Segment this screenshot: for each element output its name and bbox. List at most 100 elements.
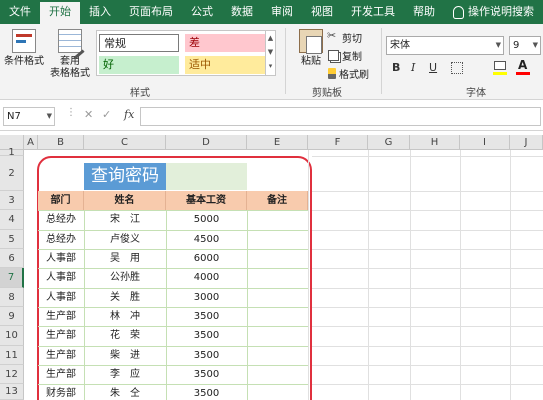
- table-cell[interactable]: 人事部: [38, 288, 84, 307]
- table-cell[interactable]: 生产部: [38, 365, 84, 384]
- table-cell[interactable]: 李 应: [84, 365, 166, 384]
- table-cell[interactable]: 公孙胜: [84, 268, 166, 287]
- style-good[interactable]: 好: [99, 56, 179, 74]
- table-row[interactable]: 生产部林 冲 3500: [38, 307, 308, 326]
- fill-color-icon[interactable]: [494, 61, 506, 70]
- row-header[interactable]: 8: [0, 288, 24, 307]
- table-cell[interactable]: 3000: [166, 288, 247, 307]
- borders-icon[interactable]: [451, 62, 463, 74]
- row-header[interactable]: 4: [0, 210, 24, 230]
- table-cell[interactable]: 4500: [166, 230, 247, 249]
- row-header[interactable]: 13: [0, 384, 24, 400]
- column-header[interactable]: B: [38, 135, 84, 150]
- styles-scroll-icon[interactable]: ▲ ▼ ▾: [265, 31, 275, 75]
- table-cell[interactable]: 花 荣: [84, 326, 166, 345]
- row-header[interactable]: 10: [0, 326, 24, 346]
- column-header[interactable]: G: [368, 135, 410, 150]
- format-painter-button[interactable]: 格式刷: [328, 66, 369, 81]
- ribbon-tab[interactable]: 帮助: [404, 0, 444, 24]
- table-row[interactable]: 人事部关 胜 3000: [38, 288, 308, 307]
- ribbon-tab[interactable]: 视图: [302, 0, 342, 24]
- table-cell[interactable]: 3500: [166, 384, 247, 400]
- table-cell[interactable]: 人事部: [38, 268, 84, 287]
- table-cell[interactable]: 朱 仝: [84, 384, 166, 400]
- cancel-icon[interactable]: ✕: [84, 108, 93, 121]
- format-as-table-button[interactable]: 套用 表格格式: [49, 29, 91, 80]
- italic-button[interactable]: I: [411, 60, 415, 76]
- row-header[interactable]: 6: [0, 249, 24, 268]
- column-header[interactable]: F: [308, 135, 368, 150]
- table-cell[interactable]: 3500: [166, 307, 247, 326]
- table-cell[interactable]: [247, 346, 308, 365]
- table-row[interactable]: 人事部 公孙胜 4000: [38, 268, 308, 288]
- row-header[interactable]: 11: [0, 346, 24, 365]
- table-cell[interactable]: [247, 249, 308, 268]
- table-cell[interactable]: 柴 进: [84, 346, 166, 365]
- table-cell[interactable]: 林 冲: [84, 307, 166, 326]
- row-header[interactable]: 7: [0, 268, 24, 288]
- column-header[interactable]: J: [510, 135, 543, 150]
- column-header[interactable]: I: [460, 135, 510, 150]
- table-row[interactable]: 总经办 卢俊义 4500: [38, 230, 308, 249]
- drag-handle-icon[interactable]: ⋮: [66, 107, 77, 118]
- table-cell[interactable]: 3500: [166, 365, 247, 384]
- table-cell[interactable]: [247, 365, 308, 384]
- style-normal[interactable]: 常规: [99, 34, 179, 52]
- table-header-cell[interactable]: 部门: [38, 191, 84, 210]
- font-size-select[interactable]: 9 ▼: [509, 36, 541, 55]
- table-row[interactable]: 生产部柴 进 3500: [38, 346, 308, 365]
- table-header-cell[interactable]: 备注: [247, 191, 308, 210]
- table-cell[interactable]: [247, 288, 308, 307]
- column-header[interactable]: A: [24, 135, 38, 150]
- table-cell[interactable]: 总经办: [38, 210, 84, 229]
- ribbon-tab[interactable]: 开始: [40, 2, 80, 24]
- table-cell[interactable]: 吴 用: [84, 249, 166, 268]
- column-header[interactable]: H: [410, 135, 460, 150]
- column-header[interactable]: C: [84, 135, 166, 150]
- cut-button[interactable]: 剪切: [327, 29, 362, 45]
- ribbon-tab[interactable]: 开发工具: [342, 0, 404, 24]
- ribbon-tab[interactable]: 页面布局: [120, 0, 182, 24]
- table-cell[interactable]: 财务部: [38, 384, 84, 400]
- row-header[interactable]: 12: [0, 365, 24, 384]
- table-cell[interactable]: 生产部: [38, 326, 84, 345]
- table-cell[interactable]: 5000: [166, 210, 247, 229]
- font-name-select[interactable]: 宋体 ▼: [386, 36, 504, 55]
- table-cell[interactable]: 人事部: [38, 249, 84, 268]
- insert-function-button[interactable]: fx: [124, 108, 134, 121]
- row-header[interactable]: 3: [0, 191, 24, 210]
- table-cell[interactable]: 生产部: [38, 346, 84, 365]
- row-header[interactable]: 9: [0, 307, 24, 326]
- table-cell[interactable]: 总经办: [38, 230, 84, 249]
- table-cell[interactable]: 卢俊义: [84, 230, 166, 249]
- tell-me-search[interactable]: 操作说明搜索: [444, 0, 543, 24]
- worksheet-grid[interactable]: 查询密码 A B C D E F G H I J 1 2 3 4 5 6 7 8 9 10 11 12 13 部门 姓名 基本工资…: [0, 135, 543, 400]
- table-row[interactable]: 人事部吴 用 6000: [38, 249, 308, 268]
- table-row[interactable]: 生产部花 荣 3500: [38, 326, 308, 346]
- table-cell[interactable]: [247, 307, 308, 326]
- table-cell[interactable]: 6000: [166, 249, 247, 268]
- table-cell[interactable]: 宋 江: [84, 210, 166, 229]
- style-bad[interactable]: 差: [185, 34, 265, 52]
- ribbon-tab[interactable]: 插入: [80, 0, 120, 24]
- formula-input[interactable]: [140, 107, 541, 126]
- table-cell[interactable]: 关 胜: [84, 288, 166, 307]
- table-cell[interactable]: 3500: [166, 346, 247, 365]
- table-cell[interactable]: 生产部: [38, 307, 84, 326]
- bold-button[interactable]: B: [392, 60, 400, 76]
- paste-button[interactable]: 粘贴: [290, 29, 332, 68]
- copy-button[interactable]: 复制: [328, 48, 362, 63]
- column-header[interactable]: D: [166, 135, 247, 150]
- table-cell[interactable]: [247, 210, 308, 229]
- table-cell[interactable]: [247, 230, 308, 249]
- enter-icon[interactable]: ✓: [102, 108, 111, 121]
- conditional-format-button[interactable]: 条件格式: [3, 29, 45, 68]
- name-box[interactable]: N7 ▼: [3, 107, 55, 126]
- table-cell[interactable]: 4000: [166, 268, 247, 287]
- table-cell[interactable]: [247, 326, 308, 345]
- style-neutral[interactable]: 适中: [185, 56, 265, 74]
- table-row[interactable]: 总经办宋 江 5000: [38, 210, 308, 230]
- ribbon-tab[interactable]: 数据: [222, 0, 262, 24]
- font-color-icon[interactable]: A: [518, 58, 527, 72]
- table-header-cell[interactable]: 姓名: [84, 191, 166, 210]
